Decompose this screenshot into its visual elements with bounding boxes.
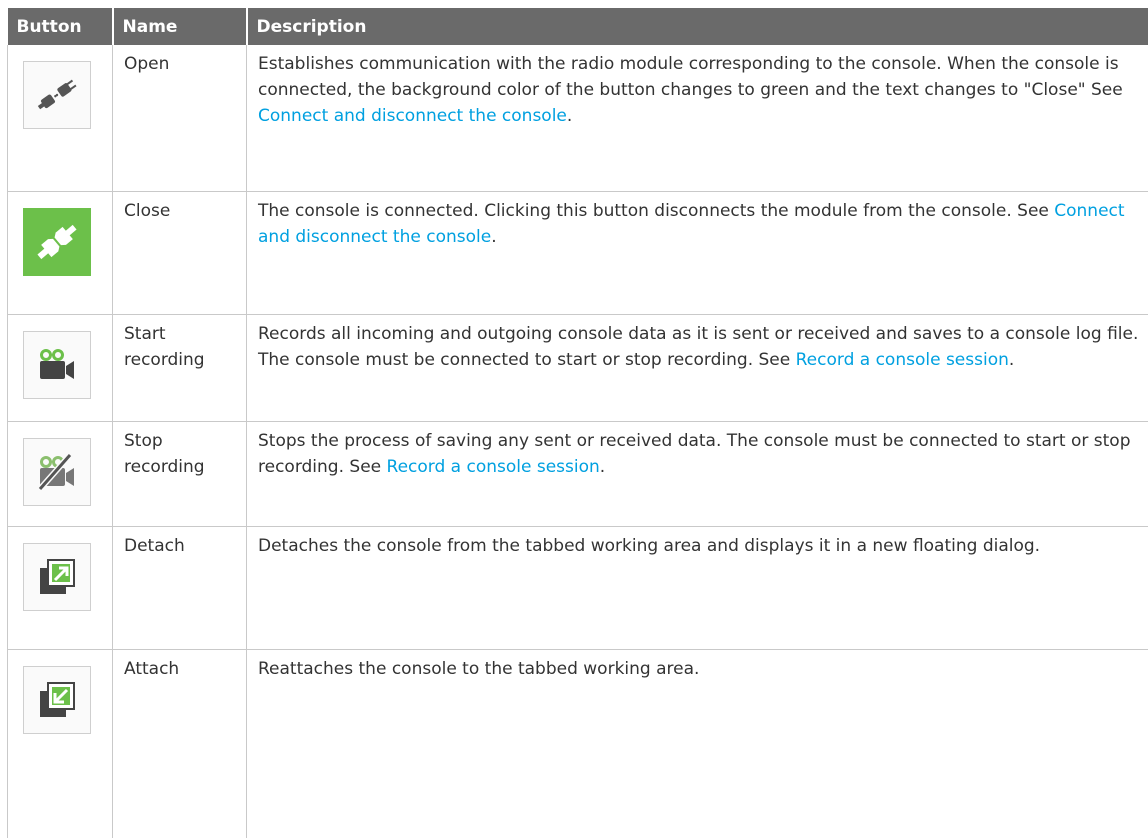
button-cell [8, 45, 113, 191]
header-button: Button [8, 8, 113, 45]
table-row: Start recording Records all incoming and… [8, 314, 1148, 421]
row-name: Close [113, 191, 247, 314]
table-row: Open Establishes communication with the … [8, 45, 1148, 191]
button-cell [8, 191, 113, 314]
button-cell [8, 421, 113, 526]
description-end: . [1009, 350, 1014, 370]
row-description: Stops the process of saving any sent or … [247, 421, 1148, 526]
header-name: Name [113, 8, 247, 45]
button-cell [8, 314, 113, 421]
description-text: Establishes communication with the radio… [258, 54, 1123, 100]
description-end: . [567, 106, 572, 126]
connect-disconnect-link[interactable]: Connect and disconnect the console [258, 106, 567, 126]
description-text: The console is connected. Clicking this … [258, 201, 1054, 221]
table-header-row: Button Name Description [8, 8, 1148, 45]
header-description: Description [247, 8, 1148, 45]
table-row: Close The console is connected. Clicking… [8, 191, 1148, 314]
record-session-link[interactable]: Record a console session [387, 457, 600, 477]
row-description: The console is connected. Clicking this … [247, 191, 1148, 314]
button-reference-table-container: Button Name Description [7, 8, 1148, 838]
video-camera-icon [23, 331, 91, 399]
table-row: Stop recording Stops the process of savi… [8, 421, 1148, 526]
description-end: . [600, 457, 605, 477]
video-camera-off-icon [23, 438, 91, 506]
row-description: Detaches the console from the tabbed wor… [247, 526, 1148, 649]
button-cell [8, 649, 113, 838]
record-session-link[interactable]: Record a console session [796, 350, 1009, 370]
table-row: Attach Reattaches the console to the tab… [8, 649, 1148, 838]
row-description: Records all incoming and outgoing consol… [247, 314, 1148, 421]
detach-window-icon [23, 543, 91, 611]
row-description: Reattaches the console to the tabbed wor… [247, 649, 1148, 838]
row-name: Start recording [113, 314, 247, 421]
attach-window-icon [23, 666, 91, 734]
button-cell [8, 526, 113, 649]
description-end: . [491, 227, 496, 247]
row-name: Attach [113, 649, 247, 838]
row-name: Open [113, 45, 247, 191]
plug-disconnected-icon [23, 61, 91, 129]
row-name: Detach [113, 526, 247, 649]
row-name: Stop recording [113, 421, 247, 526]
plug-connected-icon [23, 208, 91, 276]
row-description: Establishes communication with the radio… [247, 45, 1148, 191]
table-row: Detach Detaches the console from the tab… [8, 526, 1148, 649]
button-reference-table: Button Name Description [7, 8, 1148, 838]
